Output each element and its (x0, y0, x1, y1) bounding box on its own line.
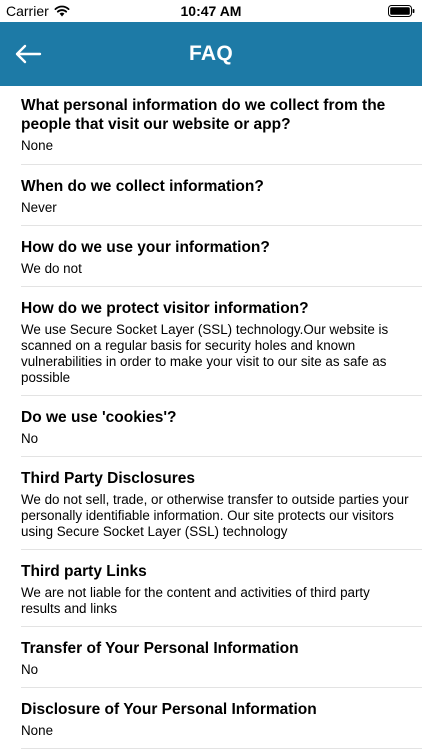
faq-question: How do we use your information? (21, 239, 270, 256)
faq-answer: We use Secure Socket Layer (SSL) technol… (21, 322, 389, 385)
status-bar: Carrier 10:47 AM (0, 0, 422, 22)
faq-question: How do we protect visitor information? (21, 300, 309, 317)
faq-item: Third party Links We are not liable for … (21, 550, 422, 627)
faq-answer: We do not sell, trade, or otherwise tran… (21, 492, 409, 539)
faq-answer: No (21, 662, 39, 677)
faq-item: Third Party Disclosures We do not sell, … (21, 457, 422, 550)
faq-answer: None (21, 723, 54, 738)
navigation-bar: FAQ (0, 22, 422, 86)
faq-item: Transfer of Your Personal Information No (21, 627, 422, 688)
faq-answer: No (21, 431, 39, 446)
faq-answer: We do not (21, 261, 82, 276)
faq-item: When do we collect information? Never (21, 165, 422, 226)
faq-question: Do we use 'cookies'? (21, 409, 177, 426)
faq-list: What personal information do we collect … (0, 86, 422, 749)
page-title: FAQ (188, 42, 234, 65)
faq-question: Disclosure of Your Personal Information (21, 701, 317, 718)
faq-answer: Never (21, 200, 57, 215)
faq-item: How do we use your information? We do no… (21, 226, 422, 287)
faq-answer: We are not liable for the content and ac… (21, 585, 370, 616)
status-time: 10:47 AM (180, 3, 242, 19)
faq-question: What personal information do we collect … (21, 97, 386, 133)
faq-item: Do we use 'cookies'? No (21, 396, 422, 457)
battery-icon (388, 5, 415, 17)
back-button[interactable] (14, 40, 44, 68)
faq-item: How do we protect visitor information? W… (21, 287, 422, 396)
faq-question: When do we collect information? (21, 178, 264, 195)
faq-question: Third party Links (21, 563, 147, 580)
faq-answer: None (21, 138, 54, 153)
faq-item: Disclosure of Your Personal Information … (21, 688, 422, 749)
back-arrow-icon (15, 44, 42, 64)
faq-question: Third Party Disclosures (21, 470, 196, 487)
faq-question: Transfer of Your Personal Information (21, 640, 299, 657)
faq-item: What personal information do we collect … (21, 86, 422, 165)
